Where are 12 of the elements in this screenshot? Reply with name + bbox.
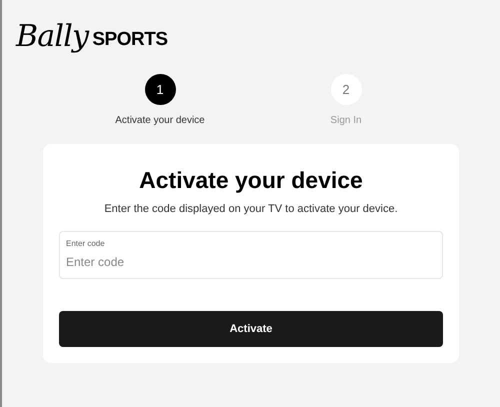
logo-script: Bally xyxy=(16,22,88,52)
code-field[interactable]: Enter code Enter code xyxy=(59,231,443,280)
code-input[interactable]: Enter code xyxy=(66,253,436,272)
card-subtitle: Enter the code displayed on your TV to activate your device. xyxy=(104,202,398,217)
card-title: Activate your device xyxy=(139,166,363,195)
field-label: Enter code xyxy=(66,238,106,250)
step-number: 2 xyxy=(330,74,362,105)
step-number: 1 xyxy=(144,74,176,105)
activate-button[interactable]: Activate xyxy=(59,311,443,348)
step-label: Sign In xyxy=(330,114,362,128)
step-label: Activate your device xyxy=(115,114,205,128)
logo-wordmark: SPORTS xyxy=(92,30,168,52)
